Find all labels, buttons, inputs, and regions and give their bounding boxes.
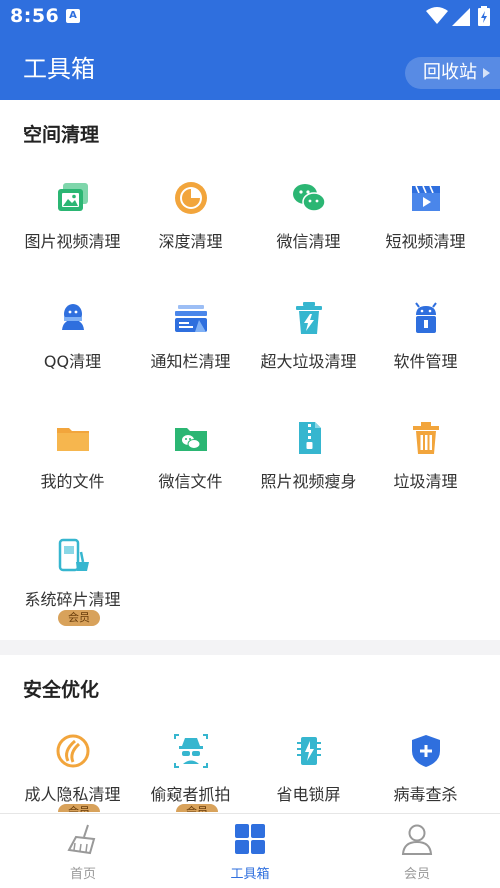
tool-label: 系统碎片清理 bbox=[24, 590, 121, 609]
tool-app-manage[interactable]: 软件管理 bbox=[363, 300, 488, 410]
tool-label: 我的文件 bbox=[40, 472, 105, 491]
clapper-icon bbox=[412, 185, 440, 211]
tool-my-files[interactable]: 我的文件 bbox=[10, 420, 135, 530]
tool-wechat-files[interactable]: 微信文件 bbox=[128, 420, 253, 530]
tool-label: 偷窥者抓拍 bbox=[150, 785, 231, 804]
tool-large-junk-clean[interactable]: 超大垃圾清理 bbox=[246, 300, 371, 410]
tab-toolbox[interactable]: 工具箱 bbox=[167, 814, 333, 888]
battery-icon bbox=[478, 6, 490, 26]
spy-icon bbox=[174, 734, 208, 768]
tab-member[interactable]: 会员 bbox=[334, 814, 500, 888]
tool-photo-video-slim[interactable]: 照片视频瘦身 bbox=[246, 420, 371, 530]
tool-label: 短视频清理 bbox=[385, 232, 466, 251]
section-title: 空间清理 bbox=[23, 124, 100, 146]
wechat-icon bbox=[293, 184, 326, 212]
tool-label: 通知栏清理 bbox=[150, 352, 231, 371]
status-bar: 8:56 A bbox=[0, 0, 500, 34]
tool-qq-clean[interactable]: QQ清理 bbox=[10, 300, 135, 410]
tool-label: 病毒查杀 bbox=[393, 785, 458, 804]
recycle-bin-label: 回收站 bbox=[423, 62, 477, 83]
tool-notification-clean[interactable]: 通知栏清理 bbox=[128, 300, 253, 410]
android-icon bbox=[415, 302, 437, 333]
user-icon bbox=[401, 824, 433, 855]
status-time: 8:56 bbox=[10, 5, 60, 27]
vip-badge: 会员 bbox=[58, 610, 100, 626]
tool-label: 垃圾清理 bbox=[393, 472, 458, 491]
bottom-tab-bar: 首页 工具箱 会员 bbox=[0, 813, 500, 888]
tool-label: 微信文件 bbox=[158, 472, 223, 491]
grid-icon bbox=[235, 824, 265, 854]
vip-badge: 会员 bbox=[176, 804, 218, 812]
tab-label: 首页 bbox=[69, 867, 96, 882]
privacy-icon bbox=[56, 734, 90, 768]
tool-label: 省电锁屏 bbox=[276, 785, 341, 804]
phone-broom-icon bbox=[58, 538, 89, 572]
qq-icon bbox=[62, 304, 84, 330]
tool-label: 微信清理 bbox=[276, 232, 341, 251]
tool-wechat-clean[interactable]: 微信清理 bbox=[246, 180, 371, 290]
tool-label: 深度清理 bbox=[158, 232, 223, 251]
recycle-bin-button[interactable]: 回收站 bbox=[405, 57, 500, 89]
tool-label: 照片视频瘦身 bbox=[260, 472, 357, 491]
broom-icon bbox=[67, 824, 96, 855]
tool-label: 成人隐私清理 bbox=[24, 785, 121, 804]
pie-chart-icon bbox=[175, 182, 207, 214]
notification-sweep-icon bbox=[175, 305, 207, 332]
notification-icon: A bbox=[66, 9, 80, 23]
tool-junk-clean[interactable]: 垃圾清理 bbox=[363, 420, 488, 530]
bin-bolt-icon bbox=[296, 302, 322, 334]
space-cleanup-section: 空间清理 图片视频清理 深度清理 微信清理 短视频清理 QQ清理 通知栏清理 超… bbox=[0, 100, 500, 640]
security-optimize-section: 安全优化 成人隐私清理 会员 偷窥者抓拍 会员 省电锁屏 病毒查杀 bbox=[0, 655, 500, 815]
tool-short-video-clean[interactable]: 短视频清理 bbox=[363, 180, 488, 290]
wechat-folder-icon bbox=[175, 428, 207, 451]
trash-icon bbox=[413, 422, 439, 454]
app-header: 8:56 A 工具箱 回收站 bbox=[0, 0, 500, 100]
signal-icon bbox=[452, 8, 470, 26]
page-title: 工具箱 bbox=[23, 55, 95, 83]
photo-video-icon bbox=[58, 183, 88, 211]
tool-deep-clean[interactable]: 深度清理 bbox=[128, 180, 253, 290]
folder-icon bbox=[57, 428, 89, 451]
wifi-icon bbox=[426, 7, 448, 24]
tool-photo-video-clean[interactable]: 图片视频清理 bbox=[10, 180, 135, 290]
tab-label: 会员 bbox=[403, 867, 430, 882]
shield-plus-icon bbox=[412, 735, 440, 767]
section-title: 安全优化 bbox=[23, 679, 100, 701]
battery-lock-icon bbox=[297, 737, 321, 765]
chevron-right-icon bbox=[483, 68, 490, 78]
tool-label: 超大垃圾清理 bbox=[260, 352, 357, 371]
tab-home[interactable]: 首页 bbox=[0, 814, 166, 888]
tab-label: 工具箱 bbox=[230, 867, 270, 882]
tool-label: QQ清理 bbox=[43, 352, 102, 371]
tool-label: 图片视频清理 bbox=[24, 232, 121, 251]
tool-system-fragment-clean[interactable]: 系统碎片清理 会员 bbox=[10, 538, 135, 648]
vip-badge: 会员 bbox=[58, 804, 100, 812]
zip-file-icon bbox=[299, 422, 321, 454]
tool-label: 软件管理 bbox=[393, 352, 458, 371]
